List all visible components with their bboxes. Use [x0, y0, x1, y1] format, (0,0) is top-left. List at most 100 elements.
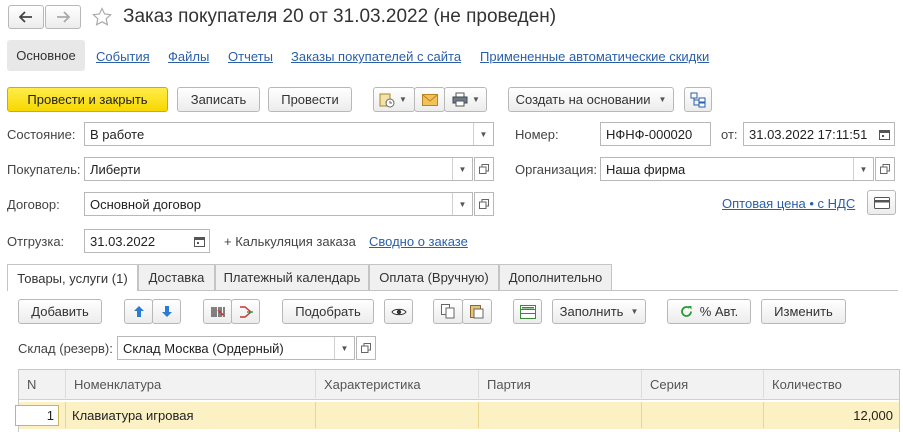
- auto-discount-button[interactable]: % Авт.: [667, 299, 751, 324]
- nav-tab-main[interactable]: Основное: [7, 40, 85, 71]
- tabs-underline: [7, 290, 898, 291]
- column-header-item[interactable]: Номенклатура: [66, 370, 316, 398]
- nav-tab-reports[interactable]: Отчеты: [228, 49, 273, 64]
- refresh-icon: [680, 305, 693, 318]
- dropdown-arrow-icon: ▼: [630, 307, 639, 316]
- cell-item[interactable]: Клавиатура игровая: [66, 402, 316, 428]
- back-button[interactable]: [8, 5, 44, 29]
- payment-card-button[interactable]: [867, 190, 896, 215]
- nav-tab-site-orders[interactable]: Заказы покупателей с сайта: [291, 49, 461, 64]
- print-button[interactable]: ▼: [444, 87, 487, 112]
- contract-select[interactable]: Основной договор ▼: [84, 192, 473, 216]
- number-value: НФНФ-000020: [606, 126, 693, 142]
- dropdown-arrow-icon[interactable]: ▼: [452, 158, 472, 180]
- dropdown-arrow-icon: ▼: [399, 95, 407, 104]
- warehouse-open-button[interactable]: [356, 336, 376, 360]
- cell-n-box: 1: [15, 404, 59, 426]
- state-label: Состояние:: [7, 127, 76, 142]
- save-button[interactable]: Записать: [177, 87, 260, 112]
- tab-payment-manual[interactable]: Оплата (Вручную): [369, 264, 499, 290]
- move-down-button[interactable]: [152, 299, 181, 324]
- move-up-button[interactable]: [124, 299, 153, 324]
- dropdown-arrow-icon[interactable]: ▼: [452, 193, 472, 215]
- shipment-label: Отгрузка:: [7, 234, 65, 249]
- open-window-icon: [479, 199, 489, 209]
- create-based-on-button[interactable]: Создать на основании ▼: [508, 87, 674, 112]
- nav-tab-auto-discounts[interactable]: Примененные автоматические скидки: [480, 49, 709, 64]
- arrow-down-icon: [161, 305, 173, 318]
- calendar-icon[interactable]: [874, 123, 894, 145]
- add-row-button[interactable]: Добавить: [18, 299, 102, 324]
- buyer-label: Покупатель:: [7, 162, 81, 177]
- copy-icon: [441, 304, 455, 319]
- copy-button[interactable]: [433, 299, 463, 324]
- compare-button[interactable]: [231, 299, 260, 324]
- arrow-left-icon: [19, 11, 33, 23]
- buyer-open-button[interactable]: [474, 157, 494, 181]
- tab-goods-services[interactable]: Товары, услуги (1): [7, 264, 138, 291]
- fill-button-label: Заполнить: [559, 304, 624, 319]
- organization-select[interactable]: Наша фирма ▼: [600, 157, 874, 181]
- shipment-date-field[interactable]: 31.03.2022: [84, 229, 210, 253]
- contract-open-button[interactable]: [474, 192, 494, 216]
- star-icon[interactable]: [92, 7, 112, 27]
- buyer-select[interactable]: Либерти ▼: [84, 157, 473, 181]
- fill-button[interactable]: Заполнить ▼: [552, 299, 646, 324]
- email-button[interactable]: [414, 87, 445, 112]
- order-summary-link[interactable]: Сводно о заказе: [369, 234, 468, 249]
- tab-delivery[interactable]: Доставка: [138, 264, 215, 290]
- nav-tab-files[interactable]: Файлы: [168, 49, 209, 64]
- arrow-up-icon: [133, 305, 145, 318]
- edit-button[interactable]: Изменить: [761, 299, 846, 324]
- state-select[interactable]: В работе ▼: [84, 122, 494, 146]
- structure-button[interactable]: [684, 87, 712, 112]
- warehouse-label: Склад (резерв):: [18, 341, 113, 356]
- cell-batch[interactable]: [479, 402, 642, 428]
- contract-label: Договор:: [7, 197, 60, 212]
- barcode-scan-button[interactable]: [203, 299, 232, 324]
- date-field[interactable]: 31.03.2022 17:11:51: [743, 122, 895, 146]
- dropdown-arrow-icon[interactable]: ▼: [334, 337, 354, 359]
- cell-quantity[interactable]: 12,000: [764, 402, 899, 428]
- hierarchy-icon: [690, 92, 706, 108]
- dropdown-arrow-icon[interactable]: ▼: [853, 158, 873, 180]
- warehouse-select[interactable]: Склад Москва (Ордерный) ▼: [117, 336, 355, 360]
- column-header-batch[interactable]: Партия: [479, 370, 642, 398]
- pick-button[interactable]: Подобрать: [282, 299, 374, 324]
- organization-label: Организация:: [515, 162, 598, 177]
- paste-button[interactable]: [462, 299, 492, 324]
- column-header-n[interactable]: N: [19, 370, 66, 398]
- post-button[interactable]: Провести: [268, 87, 352, 112]
- open-window-icon: [479, 164, 489, 174]
- tab-additional[interactable]: Дополнительно: [499, 264, 612, 290]
- number-label: Номер:: [515, 127, 559, 142]
- column-header-quantity[interactable]: Количество: [764, 370, 899, 398]
- warehouse-value: Склад Москва (Ордерный): [123, 340, 284, 356]
- date-value: 31.03.2022 17:11:51: [749, 126, 868, 142]
- table-fill-icon: [519, 304, 536, 319]
- organization-open-button[interactable]: [875, 157, 895, 181]
- dropdown-arrow-icon[interactable]: ▼: [473, 123, 493, 145]
- dropdown-arrow-icon: ▼: [472, 95, 480, 104]
- price-type-link[interactable]: Оптовая цена • с НДС: [722, 196, 855, 211]
- table-settings-button[interactable]: [513, 299, 542, 324]
- post-and-close-button[interactable]: Провести и закрыть: [7, 87, 168, 112]
- state-value: В работе: [90, 126, 145, 142]
- view-button[interactable]: [384, 299, 413, 324]
- cell-n[interactable]: 1: [15, 402, 66, 428]
- buyer-value: Либерти: [90, 161, 141, 177]
- column-header-characteristic[interactable]: Характеристика: [316, 370, 479, 398]
- open-window-icon: [361, 343, 371, 353]
- nav-tab-events[interactable]: События: [96, 49, 150, 64]
- tab-payment-calendar[interactable]: Платежный календарь: [215, 264, 369, 290]
- calculation-label[interactable]: + Калькуляция заказа: [224, 234, 356, 249]
- window-title: Заказ покупателя 20 от 31.03.2022 (не пр…: [123, 6, 557, 27]
- number-field[interactable]: НФНФ-000020: [600, 122, 711, 146]
- calendar-icon[interactable]: [189, 230, 209, 252]
- forward-button[interactable]: [45, 5, 81, 29]
- cell-characteristic[interactable]: [316, 402, 479, 428]
- cell-series[interactable]: [642, 402, 764, 428]
- document-clock-icon: [379, 92, 395, 108]
- column-header-series[interactable]: Серия: [642, 370, 764, 398]
- create-date-button[interactable]: ▼: [373, 87, 415, 112]
